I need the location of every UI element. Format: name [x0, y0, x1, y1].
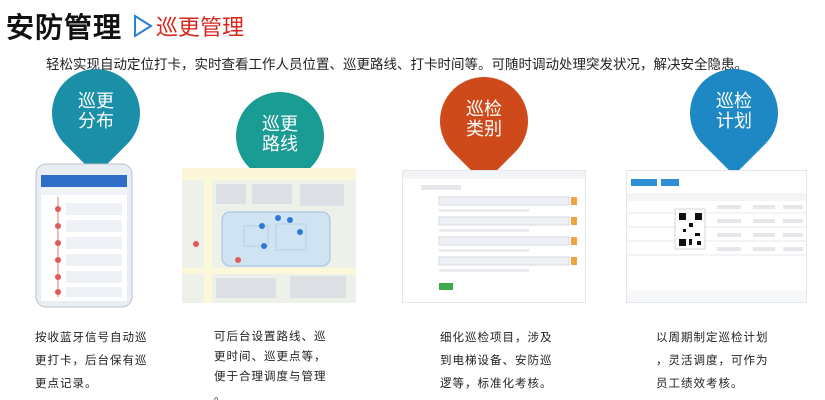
description-line: ，灵活调度，可作为	[656, 353, 769, 367]
description-line: 员工绩效考核。	[656, 376, 744, 390]
page-title: 安防管理	[6, 11, 123, 44]
feature-description: 可后台设置路线、巡 更时间、巡更点等， 便于合理调度与管理 。	[214, 326, 327, 400]
description-line: 便于合理调度与管理	[214, 369, 327, 383]
pin-label-line: 巡检	[716, 91, 752, 112]
feature-description: 细化巡检项目，涉及 到电梯设备、安防巡 逻等，标准化考核。	[440, 326, 553, 395]
description-line: 到电梯设备、安防巡	[440, 353, 553, 367]
inspection-form-screenshot	[402, 170, 586, 303]
page-header: 安防管理 巡更管理	[6, 8, 244, 44]
triangle-outline-right-icon	[134, 14, 153, 38]
description-line: 细化巡检项目，涉及	[440, 330, 553, 344]
route-map	[182, 168, 356, 303]
pin-label-line: 巡更	[262, 114, 298, 135]
feature-description: 以周期制定巡检计划 ，灵活调度，可作为 员工绩效考核。	[656, 326, 769, 395]
pin-label-line: 巡检	[466, 99, 502, 120]
pin-label: 巡更 路线	[236, 115, 324, 155]
feature-description: 按收蓝牙信号自动巡 更打卡，后台保有巡 更点记录。	[35, 326, 148, 395]
description-line: 更时间、巡更点等，	[214, 349, 327, 363]
description-line: 。	[214, 389, 227, 400]
pin-label-line: 分布	[78, 111, 114, 132]
phone-mockup	[35, 163, 133, 308]
page-subtitle: 轻松实现自动定位打卡，实时查看工作人员位置、巡更路线、打卡时间等。可随时调动处理…	[46, 57, 748, 73]
pin-label-line: 路线	[262, 134, 298, 155]
description-line: 更点记录。	[35, 376, 98, 390]
pin-label: 巡检 类别	[440, 100, 528, 140]
phone-screenshot	[30, 163, 138, 308]
pin-label: 巡更 分布	[52, 92, 140, 132]
description-line: 更打卡，后台保有巡	[35, 353, 148, 367]
pin-label-line: 类别	[466, 119, 502, 140]
section-title: 巡更管理	[156, 16, 245, 41]
pin-label: 巡检 计划	[690, 92, 778, 132]
pin-label-line: 计划	[716, 111, 752, 132]
description-line: 以周期制定巡检计划	[656, 330, 769, 344]
pin-label-line: 巡更	[78, 91, 114, 112]
map-screenshot	[182, 168, 356, 303]
table-mockup	[627, 171, 806, 302]
description-line: 逻等，标准化考核。	[440, 376, 553, 390]
description-line: 按收蓝牙信号自动巡	[35, 330, 148, 344]
form-mockup	[403, 171, 585, 302]
inspection-plan-screenshot	[626, 170, 807, 303]
description-line: 可后台设置路线、巡	[214, 329, 327, 343]
